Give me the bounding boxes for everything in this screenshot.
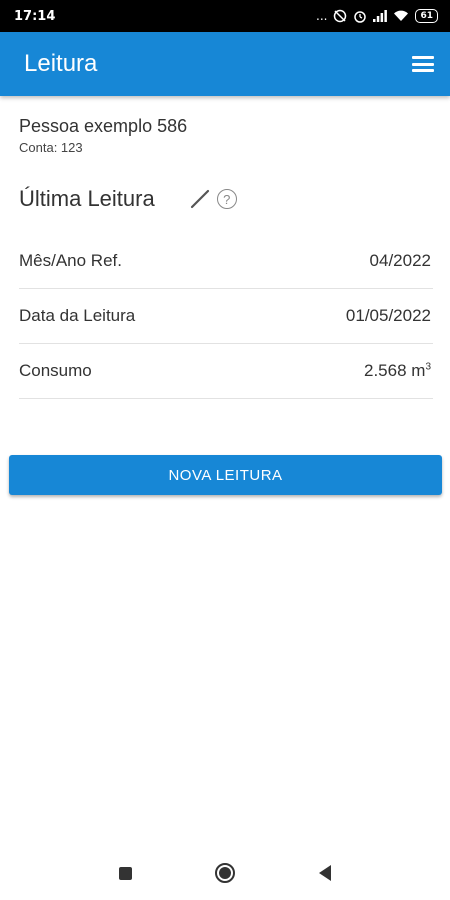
row-value: 04/2022: [369, 251, 431, 270]
status-time: 17:14: [14, 8, 56, 24]
row-value: 01/05/2022: [345, 306, 431, 325]
new-reading-button[interactable]: NOVA LEITURA: [9, 455, 442, 495]
menu-icon[interactable]: [412, 56, 434, 72]
alarm-icon: [353, 9, 367, 23]
more-notifications-icon: ...: [316, 9, 328, 23]
status-bar: 17:14 ... 61: [0, 0, 450, 32]
reading-details: Mês/Ano Ref. 04/2022 Data da Leitura 01/…: [19, 234, 433, 399]
person-name: Pessoa exemplo 586: [19, 116, 188, 136]
help-icon[interactable]: ?: [216, 189, 237, 209]
row-reference-month: Mês/Ano Ref. 04/2022: [19, 234, 433, 289]
person-info: Pessoa exemplo 586 Conta: 123: [19, 116, 187, 155]
section-title: Última Leitura: [19, 186, 155, 211]
home-icon[interactable]: [213, 861, 237, 885]
row-consumption: Consumo 2.568 m3: [19, 344, 433, 399]
row-label: Data da Leitura: [19, 306, 136, 325]
row-value-consumption: 2.568 m3: [364, 361, 433, 381]
battery-icon: 61: [415, 9, 438, 23]
last-reading-header: Última Leitura ?: [19, 186, 429, 212]
row-label: Consumo: [19, 361, 92, 380]
back-icon[interactable]: [313, 861, 337, 885]
app-bar: Leitura: [0, 32, 450, 96]
account-number: Conta: 123: [19, 140, 83, 155]
consumption-value: 2.568 m: [364, 361, 426, 380]
system-nav-bar: [0, 846, 450, 900]
signal-icon: [373, 10, 388, 22]
unit-superscript: 3: [425, 361, 431, 373]
page-title: Leitura: [24, 50, 98, 77]
do-not-disturb-icon: [333, 9, 347, 23]
row-reading-date: Data da Leitura 01/05/2022: [19, 289, 433, 344]
edit-pencil-icon[interactable]: [189, 188, 211, 210]
row-label: Mês/Ano Ref.: [19, 251, 122, 270]
wifi-icon: [393, 10, 409, 22]
status-icons: ... 61: [316, 9, 438, 23]
recent-apps-icon[interactable]: [113, 861, 137, 885]
